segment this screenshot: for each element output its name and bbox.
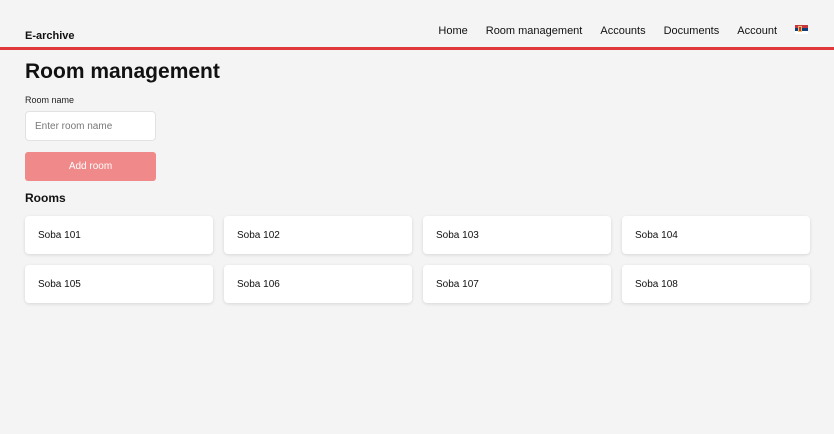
room-card-label: Soba 104 [635,229,678,241]
room-card-label: Soba 105 [38,278,81,290]
brand-logo-text[interactable]: E-archive [25,30,75,42]
serbian-flag-icon[interactable] [795,24,808,34]
nav-link-room-management[interactable]: Room management [486,25,583,37]
top-navbar: E-archive Home Room management Accounts … [0,0,834,50]
room-card[interactable]: Soba 101 [25,216,213,254]
room-name-label: Room name [25,95,75,105]
room-card[interactable]: Soba 107 [423,265,611,303]
room-card[interactable]: Soba 108 [622,265,810,303]
room-card-label: Soba 108 [635,278,678,290]
room-card[interactable]: Soba 104 [622,216,810,254]
room-card[interactable]: Soba 105 [25,265,213,303]
nav-links: Home Room management Accounts Documents … [438,24,808,37]
room-name-input[interactable] [25,111,156,141]
nav-link-home[interactable]: Home [438,25,467,37]
room-card-label: Soba 106 [237,278,280,290]
room-card[interactable]: Soba 103 [423,216,611,254]
page-title: Room management [25,60,220,83]
nav-link-documents[interactable]: Documents [664,25,720,37]
nav-link-accounts[interactable]: Accounts [600,25,645,37]
nav-link-account[interactable]: Account [737,25,777,37]
rooms-section-title: Rooms [25,191,66,205]
room-card-label: Soba 107 [436,278,479,290]
add-room-button[interactable]: Add room [25,152,156,181]
rooms-grid: Soba 101 Soba 102 Soba 103 Soba 104 Soba… [25,216,810,303]
room-card[interactable]: Soba 102 [224,216,412,254]
room-card-label: Soba 101 [38,229,81,241]
room-card-label: Soba 103 [436,229,479,241]
room-card-label: Soba 102 [237,229,280,241]
room-card[interactable]: Soba 106 [224,265,412,303]
